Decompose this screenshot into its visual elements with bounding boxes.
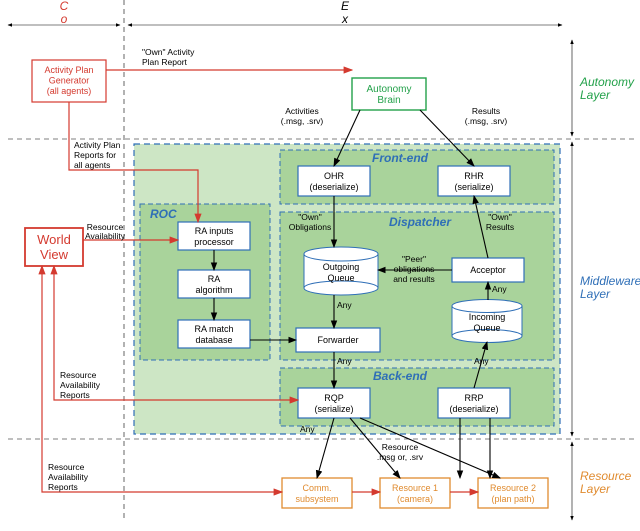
layer-resource-label: ResourceLayer [580, 469, 632, 496]
lbl-own-res: "Own"Results [486, 212, 514, 232]
plane-exec-label: Ex [341, 0, 350, 26]
region-dispatcher-label: Dispatcher [389, 215, 452, 229]
lbl-own-plan: "Own" ActivityPlan Report [142, 47, 195, 67]
region-front-end-label: Front-end [372, 151, 429, 165]
layer-autonomy-label: AutonomyLayer [579, 75, 635, 102]
lbl-activities: Activities(.msg, .srv) [281, 106, 324, 126]
layer-middleware-label: MiddlewareLayer [580, 274, 640, 301]
lbl-results: Results(.msg, .srv) [465, 106, 508, 126]
lbl-res-msg: Resource.msg or, .srv [377, 442, 424, 462]
lbl-res-avail-rep-2: ResourceAvailabilityReports [48, 462, 89, 492]
lbl-any5: Any [474, 356, 489, 366]
region-roc-label: ROC [150, 207, 177, 221]
outq-label: OutgoingQueue [323, 262, 360, 283]
ra-in-label: RA inputsprocessor [194, 226, 234, 247]
forwarder-label: Forwarder [317, 335, 358, 345]
lbl-any1: Any [337, 300, 352, 310]
worldview-label: WorldView [37, 232, 71, 262]
acceptor-label: Acceptor [470, 265, 506, 275]
inq-label: IncomingQueue [469, 312, 506, 333]
lbl-any3: Any [300, 424, 315, 434]
res1-label: Resource 1(camera) [392, 483, 438, 504]
plane-control-label: Co [60, 0, 69, 26]
lbl-res-avail-rep-1: ResourceAvailabilityReports [60, 370, 101, 400]
lbl-res-avail: ResourceAvailability [85, 222, 126, 241]
region-back-end-label: Back-end [373, 369, 428, 383]
lbl-plan-all: Activity PlanReports forall agents [74, 140, 121, 170]
apg-label: Activity PlanGenerator(all agents) [44, 65, 93, 96]
ra-db-label: RA matchdatabase [194, 324, 233, 345]
lbl-any4: Any [492, 284, 507, 294]
lbl-any2: Any [337, 356, 352, 366]
res2-label: Resource 2(plan path) [490, 483, 536, 504]
